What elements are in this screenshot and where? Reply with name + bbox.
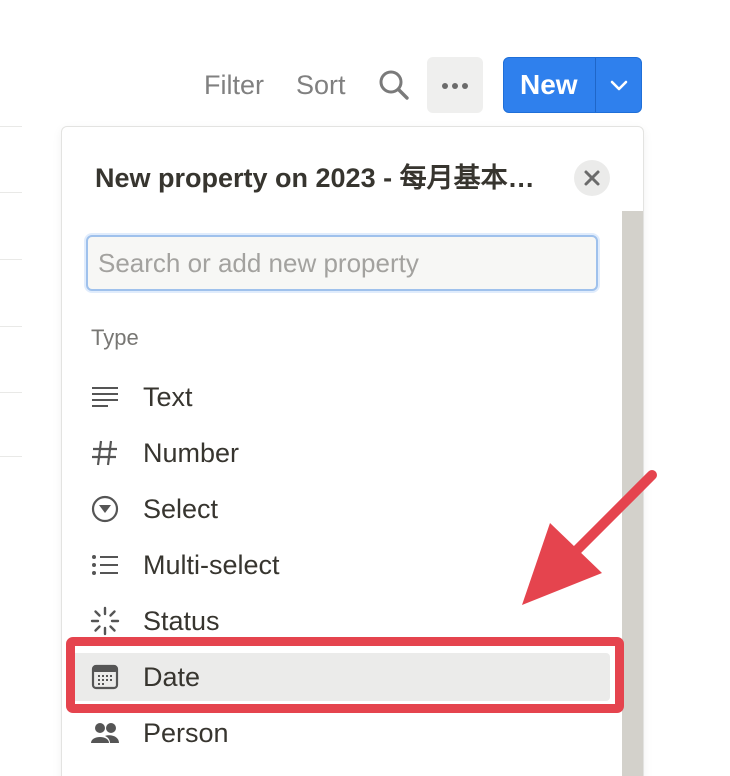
page: Filter Sort New New property on 2023 - 每… [0,0,730,776]
table-row-line [0,192,22,193]
table-row-line [0,259,22,260]
search-button[interactable] [377,66,411,104]
new-dropdown-button[interactable] [607,74,631,96]
property-type-label: Multi-select [143,550,280,580]
annotation-arrow [522,470,657,605]
button-divider [595,58,596,112]
table-row-line [0,456,22,457]
property-type-label: Select [143,494,219,524]
close-icon [584,170,600,186]
list-icon [92,555,118,575]
new-button[interactable]: New [520,68,578,102]
table-row-line [0,126,22,127]
type-section-label: Type [91,325,139,350]
property-type-label: Status [143,606,220,636]
sort-button[interactable]: Sort [296,68,346,102]
chevron-down-icon [610,80,628,91]
property-type-text[interactable]: Text [70,373,610,421]
table-row-line [0,392,22,393]
property-type-label: Person [143,718,229,748]
property-type-label: Text [143,382,193,412]
filter-button[interactable]: Filter [204,68,264,102]
people-icon [91,723,119,743]
property-type-next-item[interactable] [70,765,610,776]
search-icon [379,70,409,100]
hash-icon [92,440,117,466]
more-options-button[interactable] [427,57,483,113]
text-lines-icon [92,387,118,407]
annotation-highlight-box [66,637,624,713]
property-type-label: Number [143,438,240,468]
status-loader-icon [90,606,120,636]
close-button[interactable] [574,160,610,196]
panel-title: New property on 2023 - 每月基本… [95,163,535,193]
new-button-group: New [503,57,642,113]
table-row-line [0,326,22,327]
select-circle-icon [91,495,119,523]
property-type-person[interactable]: Person [70,709,610,757]
property-search-input[interactable] [86,235,598,291]
